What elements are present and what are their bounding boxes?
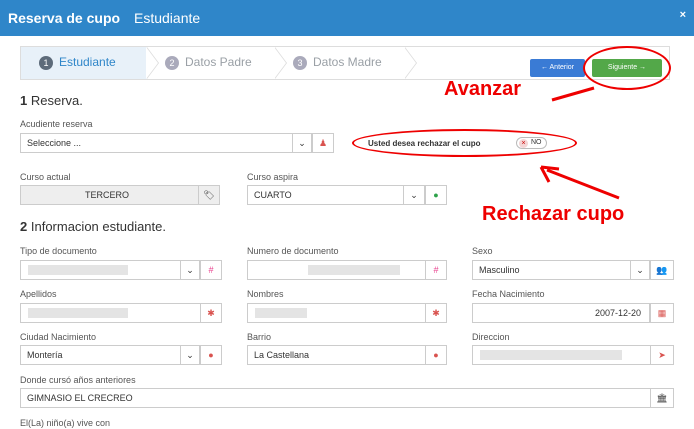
step-number-badge: 3 — [293, 55, 307, 70]
reserva-modal: Reserva de cupo Estudiante × 1 Estudiante… — [0, 0, 694, 429]
acudiente-select[interactable]: Seleccione ... — [20, 133, 312, 153]
redacted-value — [480, 350, 622, 360]
chevron-down-icon[interactable]: ⌄ — [180, 345, 200, 365]
avanzar-annotation: Avanzar — [444, 78, 522, 100]
tab-datos-padre[interactable]: 2 Datos Padre — [165, 55, 252, 70]
apellidos-label: Apellidos — [20, 289, 57, 299]
step-label: Datos Padre — [185, 55, 252, 69]
reject-toggle[interactable]: × NO — [516, 137, 547, 149]
curso-aspira-label: Curso aspira — [247, 172, 299, 182]
redacted-value — [28, 265, 128, 275]
globe-icon: ● — [425, 345, 447, 365]
modal-header: Reserva de cupo Estudiante × — [0, 0, 694, 36]
rechazar-label: Usted desea rechazar el cupo — [368, 139, 481, 148]
previous-button[interactable]: ← Anterior — [530, 59, 585, 77]
donde-curso-input[interactable]: GIMNASIO EL CRECREO — [20, 388, 674, 408]
redacted-value — [255, 308, 307, 318]
donde-curso-label: Donde cursó años anteriores — [20, 375, 136, 385]
curso-aspira-select[interactable]: CUARTO — [247, 185, 425, 205]
section-informacion-title: 2 Informacion estudiante. — [20, 219, 166, 234]
direccion-label: Direccion — [472, 332, 510, 342]
tag-icon: 🏷 — [198, 185, 220, 205]
step-number-badge: 2 — [165, 55, 179, 70]
hash-icon: # — [425, 260, 447, 280]
hash-icon: # — [200, 260, 222, 280]
tab-estudiante[interactable]: 1 Estudiante — [39, 55, 116, 70]
institution-icon: 🏛 — [650, 388, 674, 408]
arrow-icon — [551, 86, 595, 102]
nombres-label: Nombres — [247, 289, 284, 299]
modal-subtitle: Estudiante — [134, 10, 201, 26]
close-icon[interactable]: × — [680, 9, 686, 21]
step-label: Datos Madre — [313, 55, 382, 69]
asterisk-icon: ✱ — [425, 303, 447, 323]
chevron-down-icon[interactable]: ⌄ — [292, 133, 312, 153]
redacted-value — [28, 308, 128, 318]
modal-title: Reserva de cupo — [8, 10, 121, 26]
toggle-value: NO — [531, 139, 542, 146]
globe-icon: ● — [200, 345, 222, 365]
users-icon: 👥 — [650, 260, 674, 280]
close-icon: × — [519, 139, 528, 148]
fecha-nacimiento-input[interactable]: 2007-12-20 — [472, 303, 650, 323]
location-arrow-icon: ➤ — [650, 345, 674, 365]
calendar-icon[interactable]: ▦ — [650, 303, 674, 323]
step-divider-icon — [274, 47, 291, 79]
section-reserva-title: 1 Reserva. — [20, 93, 83, 108]
tag-icon: ● — [425, 185, 447, 205]
step-label: Estudiante — [59, 55, 116, 69]
vive-con-label: El(La) niño(a) vive con — [20, 418, 111, 428]
step-number-badge: 1 — [39, 55, 53, 70]
chevron-down-icon[interactable]: ⌄ — [180, 260, 200, 280]
chevron-down-icon[interactable]: ⌄ — [630, 260, 650, 280]
numero-documento-label: Numero de documento — [247, 246, 339, 256]
tab-datos-madre[interactable]: 3 Datos Madre — [293, 55, 382, 70]
user-icon: ♟ — [312, 133, 334, 153]
curso-actual-field: TERCERO — [20, 185, 220, 205]
asterisk-icon: ✱ — [200, 303, 222, 323]
barrio-label: Barrio — [247, 332, 272, 342]
rechazar-annotation: Rechazar cupo — [482, 203, 625, 225]
fecha-nacimiento-label: Fecha Nacimiento — [472, 289, 545, 299]
redacted-value — [308, 265, 400, 275]
sexo-label: Sexo — [472, 246, 493, 256]
curso-actual-label: Curso actual — [20, 172, 71, 182]
tipo-documento-label: Tipo de documento — [20, 246, 97, 256]
arrow-icon — [539, 165, 620, 200]
acudiente-label: Acudiente reserva — [20, 119, 93, 129]
step-divider-icon — [404, 47, 421, 79]
step-divider-icon — [146, 47, 163, 79]
ciudad-nacimiento-label: Ciudad Nacimiento — [20, 332, 97, 342]
barrio-input[interactable]: La Castellana — [247, 345, 447, 365]
chevron-down-icon[interactable]: ⌄ — [403, 185, 425, 205]
